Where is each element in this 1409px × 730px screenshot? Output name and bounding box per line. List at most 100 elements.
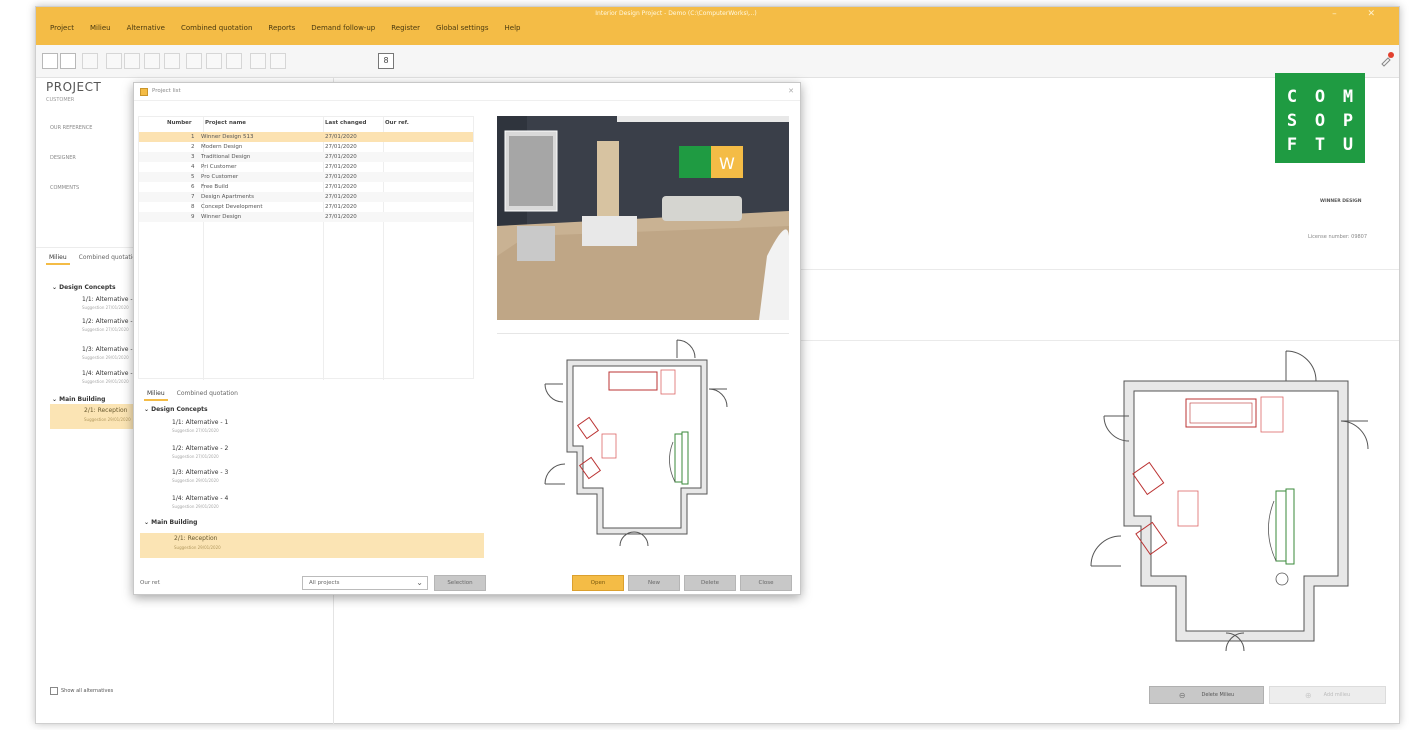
selection-button[interactable]: Selection bbox=[434, 575, 486, 591]
tree-item[interactable]: 1/4: Alternative - 4 bbox=[82, 370, 138, 377]
tree-item-sub: Suggestion 27/01/2020 bbox=[82, 305, 129, 310]
cell-number: 9 bbox=[191, 213, 195, 220]
window-controls[interactable]: – ✕ bbox=[1332, 9, 1389, 19]
table-row[interactable]: 3 Traditional Design 27/01/2020 bbox=[139, 152, 473, 162]
filter-icon[interactable] bbox=[250, 53, 266, 69]
our-reference-label[interactable]: OUR REFERENCE bbox=[50, 125, 92, 131]
close-button[interactable]: Close bbox=[740, 575, 792, 591]
table-row[interactable]: 6 Free Build 27/01/2020 bbox=[139, 182, 473, 192]
menu-register[interactable]: Register bbox=[383, 24, 428, 32]
logo-letter: T bbox=[1314, 135, 1326, 155]
delete-button[interactable]: Delete bbox=[684, 575, 736, 591]
copy-icon[interactable] bbox=[106, 53, 122, 69]
table-row[interactable]: 5 Pro Customer 27/01/2020 bbox=[139, 172, 473, 182]
tree-item-selected[interactable]: 2/1: Reception bbox=[174, 535, 217, 542]
new-button[interactable]: New bbox=[628, 575, 680, 591]
cell-number: 3 bbox=[191, 153, 195, 160]
menu-project[interactable]: Project bbox=[42, 24, 82, 32]
menu-help[interactable]: Help bbox=[497, 24, 529, 32]
menu-demand-follow-up[interactable]: Demand follow-up bbox=[303, 24, 383, 32]
page-number-glyph: 8 bbox=[383, 56, 389, 65]
checkbox-label: Show all alternatives bbox=[61, 688, 114, 694]
dialog-title-bar: Project list ✕ bbox=[134, 83, 800, 101]
table-row[interactable]: 7 Design Apartments 27/01/2020 bbox=[139, 192, 473, 202]
column-header-name[interactable]: Project name bbox=[205, 120, 246, 126]
tree-item[interactable]: 1/2: Alternative - 2 bbox=[82, 318, 138, 325]
column-header-ref[interactable]: Our ref. bbox=[385, 120, 409, 126]
menu-reports[interactable]: Reports bbox=[260, 24, 303, 32]
tree-item-sub: Suggestion 29/01/2020 bbox=[172, 504, 219, 509]
table-row[interactable]: 9 Winner Design 27/01/2020 bbox=[139, 212, 473, 222]
cell-name: Design Apartments bbox=[201, 193, 255, 200]
text-icon[interactable] bbox=[164, 53, 180, 69]
table-row[interactable]: 2 Modern Design 27/01/2020 bbox=[139, 142, 473, 152]
page-number-icon[interactable]: 8 bbox=[378, 53, 394, 69]
cell-number: 4 bbox=[191, 163, 195, 170]
export-icon[interactable] bbox=[206, 53, 222, 69]
delete-milieu-button[interactable]: ⊖ Delete Milieu bbox=[1149, 686, 1264, 704]
tree-group-design-concepts[interactable]: ⌄ Design Concepts bbox=[52, 284, 116, 291]
notification-pin-icon[interactable] bbox=[1379, 51, 1395, 67]
checkbox-box[interactable] bbox=[50, 687, 58, 695]
designer-label[interactable]: DESIGNER bbox=[50, 155, 76, 161]
chart-icon[interactable] bbox=[270, 53, 286, 69]
tree-group-label: Design Concepts bbox=[151, 406, 208, 413]
tab-combined-quotation[interactable]: Combined quotation bbox=[174, 388, 241, 401]
tree-item[interactable]: 1/3: Alternative - 3 bbox=[172, 469, 228, 476]
tree-item[interactable]: 1/4: Alternative - 4 bbox=[172, 495, 228, 502]
tab-milieu[interactable]: Milieu bbox=[144, 388, 168, 401]
cell-date: 27/01/2020 bbox=[325, 133, 357, 140]
tab-milieu[interactable]: Milieu bbox=[46, 252, 70, 265]
tree-item[interactable]: 1/2: Alternative - 2 bbox=[172, 445, 228, 452]
menu-alternative[interactable]: Alternative bbox=[119, 24, 173, 32]
delete-icon[interactable] bbox=[186, 53, 202, 69]
logo-letter: S bbox=[1286, 111, 1298, 131]
cell-date: 27/01/2020 bbox=[325, 213, 357, 220]
tree-item[interactable]: 1/1: Alternative - 1 bbox=[82, 296, 138, 303]
logo-caption: WINNER DESIGN bbox=[1320, 199, 1362, 204]
tree-item[interactable]: 1/1: Alternative - 1 bbox=[172, 419, 228, 426]
new-document-icon[interactable] bbox=[42, 53, 58, 69]
cell-date: 27/01/2020 bbox=[325, 163, 357, 170]
tree-group-design-concepts[interactable]: ⌄ Design Concepts bbox=[144, 406, 208, 413]
close-icon[interactable]: ✕ bbox=[788, 87, 794, 95]
table-row[interactable]: 1 Winner Design 513 27/01/2020 bbox=[139, 132, 473, 142]
add-milieu-button[interactable]: ⊕ Add milieu bbox=[1269, 686, 1386, 704]
menu-milieu[interactable]: Milieu bbox=[82, 24, 119, 32]
tree-item-selected[interactable]: 2/1: Reception bbox=[84, 407, 127, 414]
logo-letter: O bbox=[1314, 87, 1326, 107]
cell-date: 27/01/2020 bbox=[325, 203, 357, 210]
dialog-title: Project list bbox=[152, 88, 181, 94]
delete-milieu-label: Delete Milieu bbox=[1201, 692, 1235, 698]
table-row[interactable]: 8 Concept Development 27/01/2020 bbox=[139, 202, 473, 212]
menu-global-settings[interactable]: Global settings bbox=[428, 24, 496, 32]
title-bar: Interior Design Project - Demo (C:\Compu… bbox=[36, 7, 1399, 45]
paste-icon[interactable] bbox=[124, 53, 140, 69]
open-folder-icon[interactable] bbox=[60, 53, 76, 69]
tree-item-sub: Suggestion 29/01/2020 bbox=[174, 545, 221, 550]
comments-label[interactable]: COMMENTS bbox=[50, 185, 79, 191]
customer-label: CUSTOMER bbox=[46, 97, 75, 103]
show-all-alternatives-checkbox[interactable]: Show all alternatives bbox=[50, 687, 113, 695]
cell-date: 27/01/2020 bbox=[325, 153, 357, 160]
tree-group-label: Main Building bbox=[59, 396, 106, 403]
tree-group-label: Main Building bbox=[151, 519, 198, 526]
column-header-date[interactable]: Last changed bbox=[325, 120, 366, 126]
cell-number: 7 bbox=[191, 193, 195, 200]
logo-letter: P bbox=[1342, 111, 1354, 131]
table-row[interactable]: 4 Pri Customer 27/01/2020 bbox=[139, 162, 473, 172]
column-header-number[interactable]: Number bbox=[167, 120, 192, 126]
tree-group-main-building[interactable]: ⌄ Main Building bbox=[144, 519, 197, 526]
filter-value: All projects bbox=[309, 580, 340, 586]
save-icon[interactable] bbox=[82, 53, 98, 69]
menu-combined-quotation[interactable]: Combined quotation bbox=[173, 24, 260, 32]
tree-group-label: Design Concepts bbox=[59, 284, 116, 291]
project-filter-select[interactable]: All projects ⌄ bbox=[302, 576, 428, 590]
tree-item[interactable]: 1/3: Alternative - 3 bbox=[82, 346, 138, 353]
open-button[interactable]: Open bbox=[572, 575, 624, 591]
print-icon[interactable] bbox=[226, 53, 242, 69]
menu-bar: Project Milieu Alternative Combined quot… bbox=[42, 24, 529, 32]
chevron-down-icon: ⌄ bbox=[416, 578, 423, 587]
tree-group-main-building[interactable]: ⌄ Main Building bbox=[52, 396, 105, 403]
edit-icon[interactable] bbox=[144, 53, 160, 69]
